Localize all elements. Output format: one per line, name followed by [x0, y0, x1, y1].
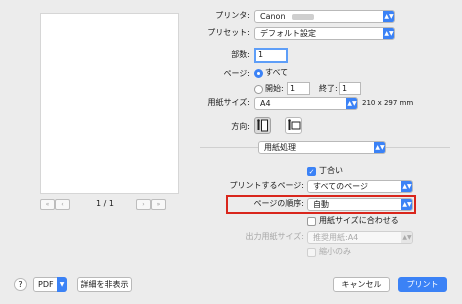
- preset-value: デフォルト設定: [260, 29, 316, 38]
- next-page-button[interactable]: ›: [136, 199, 151, 210]
- previous-page-button[interactable]: ‹: [55, 199, 70, 210]
- collate-checkbox[interactable]: ✓: [307, 167, 316, 176]
- collate-label: 丁合い: [319, 166, 343, 175]
- portrait-orientation-button[interactable]: [254, 117, 271, 134]
- chevron-updown-icon: ▲▼: [401, 232, 412, 243]
- cancel-button[interactable]: キャンセル: [333, 277, 390, 292]
- hide-details-button[interactable]: 詳細を非表示: [77, 277, 132, 292]
- print-button[interactable]: プリント: [398, 277, 447, 292]
- page-order-value: 自動: [313, 200, 329, 209]
- output-paper-label: 出力用紙サイズ:: [245, 232, 304, 241]
- landscape-orientation-button[interactable]: [285, 117, 302, 134]
- scale-down-only-checkbox[interactable]: [307, 248, 316, 257]
- pages-from-field[interactable]: 1: [287, 82, 310, 95]
- copies-field[interactable]: 1: [254, 48, 288, 63]
- chevron-updown-icon: ▲▼: [401, 199, 412, 210]
- chevron-down-icon: ▼: [57, 277, 67, 292]
- chevron-updown-icon: ▲▼: [383, 28, 394, 39]
- pages-label: ページ:: [223, 69, 250, 78]
- page-indicator: 1 / 1: [96, 199, 114, 208]
- scale-down-only-label: 縮小のみ: [319, 247, 351, 256]
- chevron-updown-icon: ▲▼: [374, 142, 385, 153]
- last-page-button[interactable]: »: [151, 199, 166, 210]
- output-paper-value: 推奨用紙:A4: [313, 233, 359, 242]
- pages-to-print-label: プリントするページ:: [229, 181, 304, 190]
- pages-to-field[interactable]: 1: [339, 82, 361, 95]
- pages-to-print-value: すべてのページ: [313, 182, 368, 191]
- copies-label: 部数:: [231, 50, 250, 59]
- printer-value: Canon: [260, 12, 286, 21]
- pages-all-radio[interactable]: [254, 69, 263, 78]
- preset-label: プリセット:: [207, 28, 250, 37]
- orientation-label: 方向:: [231, 122, 250, 131]
- section-popup[interactable]: 用紙処理 ▲▼: [258, 141, 386, 154]
- pages-range-radio[interactable]: [254, 85, 263, 94]
- chevron-updown-icon: ▲▼: [346, 98, 357, 109]
- pages-to-label: 終了:: [319, 84, 338, 93]
- chevron-updown-icon: ▲▼: [383, 11, 394, 22]
- help-button[interactable]: ?: [14, 278, 27, 291]
- pdf-label: PDF: [38, 280, 54, 289]
- printer-label: プリンタ:: [215, 11, 250, 20]
- output-paper-popup[interactable]: 推奨用紙:A4 ▲▼: [307, 231, 413, 244]
- pages-from-label: 開始:: [265, 84, 284, 93]
- pdf-menu-button[interactable]: PDF ▼: [33, 277, 67, 292]
- landscape-icon: [288, 119, 301, 130]
- page-order-popup[interactable]: 自動 ▲▼: [307, 198, 413, 211]
- section-value: 用紙処理: [264, 143, 296, 152]
- scale-to-fit-checkbox[interactable]: [307, 217, 316, 226]
- printer-popup[interactable]: Canon ▲▼: [254, 10, 395, 23]
- scale-to-fit-label: 用紙サイズに合わせる: [319, 216, 399, 225]
- pages-to-print-popup[interactable]: すべてのページ ▲▼: [307, 180, 413, 193]
- paper-dimensions: 210 x 297 mm: [362, 99, 414, 107]
- first-page-button[interactable]: «: [40, 199, 55, 210]
- paper-size-value: A4: [260, 99, 271, 108]
- pages-all-label: すべて: [265, 68, 289, 77]
- chevron-updown-icon: ▲▼: [401, 181, 412, 192]
- paper-size-label: 用紙サイズ:: [207, 98, 250, 107]
- print-preview: [40, 13, 179, 194]
- portrait-icon: [257, 119, 268, 132]
- printer-model-redacted: [292, 13, 315, 20]
- page-order-label: ページの順序:: [253, 199, 304, 208]
- paper-size-popup[interactable]: A4 ▲▼: [254, 97, 358, 110]
- preset-popup[interactable]: デフォルト設定 ▲▼: [254, 27, 395, 40]
